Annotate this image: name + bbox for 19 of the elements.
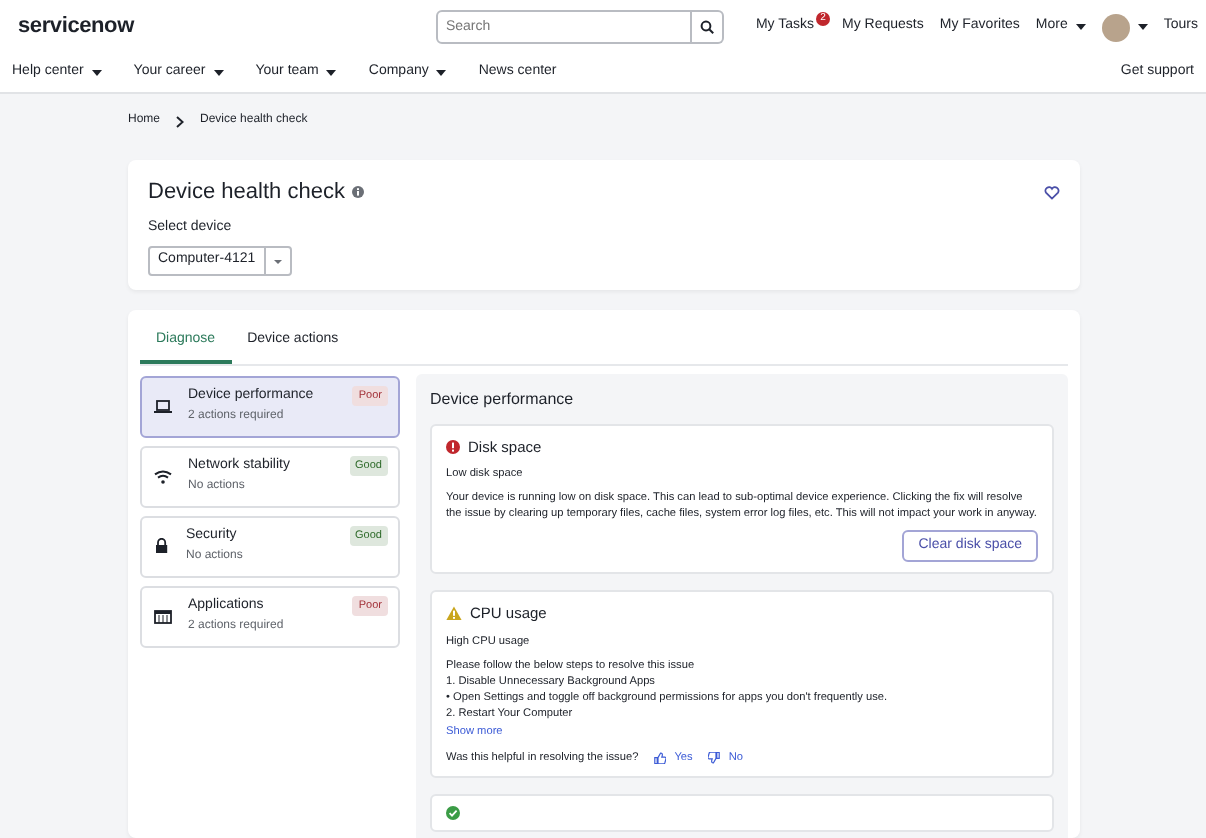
panel-heading: Device performance xyxy=(430,387,576,411)
page-title: Device health check xyxy=(148,178,345,208)
wifi-icon xyxy=(154,469,172,483)
check-circle-icon xyxy=(446,806,460,820)
warning-icon xyxy=(446,606,462,621)
lock-icon xyxy=(154,538,170,554)
caret-icon xyxy=(1137,24,1148,30)
caret-icon xyxy=(273,259,282,263)
window-icon xyxy=(154,609,172,623)
thumbs-down-icon xyxy=(708,752,721,764)
chevron-right-icon xyxy=(176,115,185,127)
search-icon xyxy=(699,20,714,34)
error-icon xyxy=(446,439,460,454)
search-button[interactable] xyxy=(691,10,724,44)
logo[interactable]: servicenow xyxy=(18,10,134,44)
heart-icon[interactable] xyxy=(1044,185,1060,200)
thumbs-up-icon xyxy=(654,752,667,764)
laptop-icon xyxy=(154,399,172,413)
info-icon xyxy=(352,186,365,199)
